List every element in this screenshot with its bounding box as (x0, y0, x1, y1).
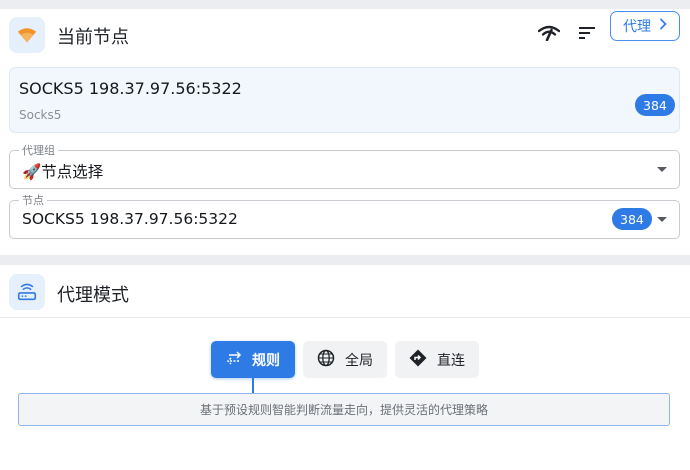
proxy-button[interactable]: 代理 (610, 11, 680, 41)
proxy-group-value: 🚀节点选择 (22, 163, 104, 181)
mode-connector (252, 378, 254, 394)
node-select-legend: 节点 (19, 192, 47, 208)
swap-arrows-icon (226, 350, 242, 369)
section-divider (0, 317, 690, 318)
router-icon (9, 274, 45, 310)
mode-rule-button[interactable]: 规则 (211, 341, 295, 378)
current-node-info[interactable]: SOCKS5 198.37.97.56:5322 Socks5 384 (9, 67, 680, 133)
speed-test-icon[interactable] (536, 20, 562, 46)
globe-icon (317, 349, 335, 371)
node-select[interactable]: 节点 SOCKS5 198.37.97.56:5322 384 (9, 192, 680, 239)
mode-rule-label: 规则 (252, 352, 280, 369)
proxy-group-select[interactable]: 代理组 🚀节点选择 (9, 142, 680, 189)
dropdown-arrow-icon (657, 167, 667, 172)
current-node-title: 当前节点 (57, 27, 129, 48)
mode-direct-button[interactable]: 直连 (395, 341, 479, 378)
proxy-mode-title: 代理模式 (57, 285, 129, 306)
node-delay-badge: 384 (612, 208, 652, 230)
dropdown-arrow-icon (657, 217, 667, 222)
proxy-group-legend: 代理组 (19, 142, 58, 158)
delay-badge: 384 (635, 94, 675, 116)
proxy-button-label: 代理 (623, 19, 651, 35)
node-select-value: SOCKS5 198.37.97.56:5322 (22, 210, 238, 228)
mode-global-label: 全局 (345, 352, 373, 369)
mode-direct-label: 直连 (437, 352, 465, 369)
mode-description: 基于预设规则智能判断流量走向，提供灵活的代理策略 (18, 393, 670, 426)
direction-arrow-icon (409, 349, 427, 371)
mode-global-button[interactable]: 全局 (303, 341, 387, 378)
chevron-right-icon (659, 18, 667, 34)
current-node-type: Socks5 (19, 108, 62, 122)
wifi-icon (9, 17, 45, 53)
current-node-name: SOCKS5 198.37.97.56:5322 (19, 79, 242, 98)
sort-icon[interactable] (574, 20, 600, 46)
